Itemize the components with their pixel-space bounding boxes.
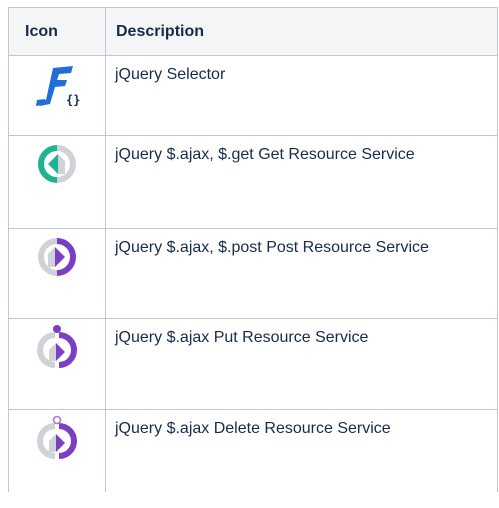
table-row: jQuery $.ajax Put Resource Service [8, 318, 498, 410]
description-cell: jQuery $.ajax Delete Resource Service [105, 409, 498, 492]
table-header-row: Icon Description [8, 7, 498, 56]
description-cell: jQuery Selector [105, 55, 498, 136]
description-cell: jQuery $.ajax, $.post Post Resource Serv… [105, 228, 498, 319]
icon-description-table: Icon Description {} jQuery Selector jQue… [8, 7, 498, 492]
table-row: jQuery $.ajax, $.post Post Resource Serv… [8, 228, 498, 319]
table-row: jQuery $.ajax Delete Resource Service [8, 409, 498, 492]
put-resource-service-icon [33, 323, 81, 371]
delete-resource-service-icon [33, 414, 81, 462]
get-resource-service-icon [33, 140, 81, 188]
icon-cell [8, 409, 106, 492]
description-cell: jQuery $.ajax, $.get Get Resource Servic… [105, 135, 498, 229]
header-description: Description [105, 7, 498, 56]
header-icon: Icon [8, 7, 106, 56]
table-row: jQuery $.ajax, $.get Get Resource Servic… [8, 135, 498, 229]
icon-cell [8, 228, 106, 319]
icon-cell: {} [8, 55, 106, 136]
icon-cell [8, 318, 106, 410]
description-cell: jQuery $.ajax Put Resource Service [105, 318, 498, 410]
post-resource-service-icon [33, 233, 81, 281]
jquery-selector-icon: {} [33, 60, 81, 108]
selector-brace-text: {} [66, 93, 80, 107]
icon-cell [8, 135, 106, 229]
table-row: {} jQuery Selector [8, 55, 498, 136]
